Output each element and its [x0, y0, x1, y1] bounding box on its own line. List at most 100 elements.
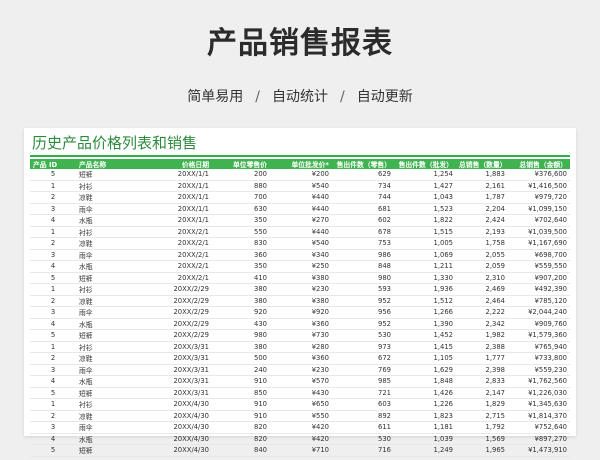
cell-wholesale-price[interactable]: ¥440	[270, 226, 332, 238]
cell-units-wholesale[interactable]: 1,822	[394, 214, 456, 227]
cell-retail-price[interactable]: 820	[212, 433, 270, 445]
cell-price-date[interactable]: 20XX/3/31	[136, 364, 212, 376]
cell-product-id[interactable]: 4	[30, 214, 76, 227]
cell-total-qty[interactable]: 2,464	[456, 295, 508, 307]
header-product-id[interactable]: 产品 ID	[30, 159, 76, 169]
cell-retail-price[interactable]: 410	[212, 272, 270, 284]
cell-units-wholesale[interactable]: 1,426	[394, 387, 456, 399]
cell-total-qty[interactable]: 2,424	[456, 214, 508, 227]
cell-product-id[interactable]: 5	[30, 329, 76, 342]
cell-total-amount[interactable]: ¥698,700	[508, 249, 570, 261]
cell-units-wholesale[interactable]: 1,211	[394, 260, 456, 273]
cell-product-id[interactable]: 3	[30, 249, 76, 261]
cell-product-id[interactable]: 1	[30, 226, 76, 238]
cell-total-amount[interactable]: ¥979,720	[508, 191, 570, 204]
cell-units-wholesale[interactable]: 1,848	[394, 375, 456, 388]
cell-units-wholesale[interactable]: 1,452	[394, 329, 456, 342]
cell-total-amount[interactable]: ¥752,640	[508, 421, 570, 434]
cell-total-amount[interactable]: ¥1,473,910	[508, 444, 570, 457]
header-wholesale-price[interactable]: 单位批发价*	[270, 159, 332, 169]
cell-units-wholesale[interactable]: 1,629	[394, 364, 456, 376]
cell-product-id[interactable]: 4	[30, 318, 76, 330]
cell-units-retail[interactable]: 892	[332, 410, 394, 422]
cell-units-wholesale[interactable]: 1,005	[394, 237, 456, 250]
cell-wholesale-price[interactable]: ¥200	[270, 169, 332, 181]
cell-total-amount[interactable]: ¥1,167,690	[508, 237, 570, 250]
header-price-date[interactable]: 价格日期	[136, 159, 212, 169]
cell-wholesale-price[interactable]: ¥380	[270, 295, 332, 307]
cell-total-qty[interactable]: 2,204	[456, 203, 508, 215]
cell-total-amount[interactable]: ¥1,416,500	[508, 180, 570, 192]
cell-units-retail[interactable]: 629	[332, 169, 394, 181]
cell-total-amount[interactable]: ¥907,200	[508, 272, 570, 284]
cell-product-name[interactable]: 短裤	[76, 329, 136, 342]
cell-retail-price[interactable]: 910	[212, 410, 270, 422]
cell-wholesale-price[interactable]: ¥280	[270, 341, 332, 353]
cell-product-name[interactable]: 短裤	[76, 444, 136, 457]
cell-units-wholesale[interactable]: 1,330	[394, 272, 456, 284]
cell-wholesale-price[interactable]: ¥420	[270, 421, 332, 434]
cell-retail-price[interactable]: 380	[212, 341, 270, 353]
cell-total-amount[interactable]: ¥376,600	[508, 169, 570, 181]
cell-retail-price[interactable]: 630	[212, 203, 270, 215]
cell-product-name[interactable]: 凉鞋	[76, 191, 136, 204]
cell-retail-price[interactable]: 700	[212, 191, 270, 204]
cell-units-retail[interactable]: 986	[332, 249, 394, 261]
header-units-wholesale[interactable]: 售出件数（批发）	[394, 159, 456, 169]
cell-total-amount[interactable]: ¥765,940	[508, 341, 570, 353]
cell-retail-price[interactable]: 240	[212, 364, 270, 376]
cell-units-retail[interactable]: 769	[332, 364, 394, 376]
cell-units-retail[interactable]: 744	[332, 191, 394, 204]
header-total-qty[interactable]: 总销售（数量）	[456, 159, 508, 169]
cell-total-qty[interactable]: 2,055	[456, 249, 508, 261]
cell-product-name[interactable]: 凉鞋	[76, 295, 136, 307]
cell-wholesale-price[interactable]: ¥230	[270, 283, 332, 296]
cell-product-id[interactable]: 2	[30, 295, 76, 307]
cell-retail-price[interactable]: 910	[212, 375, 270, 388]
cell-total-qty[interactable]: 2,398	[456, 364, 508, 376]
cell-wholesale-price[interactable]: ¥230	[270, 364, 332, 376]
cell-units-retail[interactable]: 593	[332, 283, 394, 296]
cell-product-name[interactable]: 衬衫	[76, 283, 136, 296]
cell-units-wholesale[interactable]: 1,039	[394, 433, 456, 445]
cell-product-id[interactable]: 2	[30, 352, 76, 365]
cell-retail-price[interactable]: 880	[212, 180, 270, 192]
cell-units-retail[interactable]: 734	[332, 180, 394, 192]
cell-units-retail[interactable]: 672	[332, 352, 394, 365]
cell-total-qty[interactable]: 1,569	[456, 433, 508, 445]
cell-wholesale-price[interactable]: ¥360	[270, 352, 332, 365]
cell-units-wholesale[interactable]: 1,181	[394, 421, 456, 434]
cell-total-amount[interactable]: ¥909,760	[508, 318, 570, 330]
cell-price-date[interactable]: 20XX/4/30	[136, 433, 212, 445]
cell-wholesale-price[interactable]: ¥540	[270, 180, 332, 192]
cell-units-wholesale[interactable]: 1,226	[394, 398, 456, 411]
cell-units-wholesale[interactable]: 1,390	[394, 318, 456, 330]
cell-units-wholesale[interactable]: 1,069	[394, 249, 456, 261]
cell-price-date[interactable]: 20XX/2/29	[136, 318, 212, 330]
cell-product-name[interactable]: 短裤	[76, 387, 136, 399]
cell-product-name[interactable]: 短裤	[76, 169, 136, 181]
cell-product-id[interactable]: 5	[30, 387, 76, 399]
cell-wholesale-price[interactable]: ¥440	[270, 203, 332, 215]
cell-total-amount[interactable]: ¥1,099,150	[508, 203, 570, 215]
cell-product-id[interactable]: 3	[30, 421, 76, 434]
header-retail-price[interactable]: 单位零售价	[212, 159, 270, 169]
cell-units-retail[interactable]: 721	[332, 387, 394, 399]
cell-wholesale-price[interactable]: ¥360	[270, 318, 332, 330]
cell-retail-price[interactable]: 910	[212, 398, 270, 411]
cell-wholesale-price[interactable]: ¥270	[270, 214, 332, 227]
cell-product-id[interactable]: 2	[30, 237, 76, 250]
cell-total-qty[interactable]: 2,147	[456, 387, 508, 399]
cell-units-wholesale[interactable]: 1,415	[394, 341, 456, 353]
cell-units-wholesale[interactable]: 1,043	[394, 191, 456, 204]
header-product-name[interactable]: 产品名称	[76, 159, 136, 169]
cell-units-wholesale[interactable]: 1,427	[394, 180, 456, 192]
cell-retail-price[interactable]: 820	[212, 421, 270, 434]
cell-units-wholesale[interactable]: 1,823	[394, 410, 456, 422]
cell-units-retail[interactable]: 603	[332, 398, 394, 411]
cell-total-amount[interactable]: ¥1,226,030	[508, 387, 570, 399]
cell-total-qty[interactable]: 2,388	[456, 341, 508, 353]
cell-product-name[interactable]: 水瓶	[76, 433, 136, 445]
cell-price-date[interactable]: 20XX/3/31	[136, 387, 212, 399]
cell-units-wholesale[interactable]: 1,512	[394, 295, 456, 307]
